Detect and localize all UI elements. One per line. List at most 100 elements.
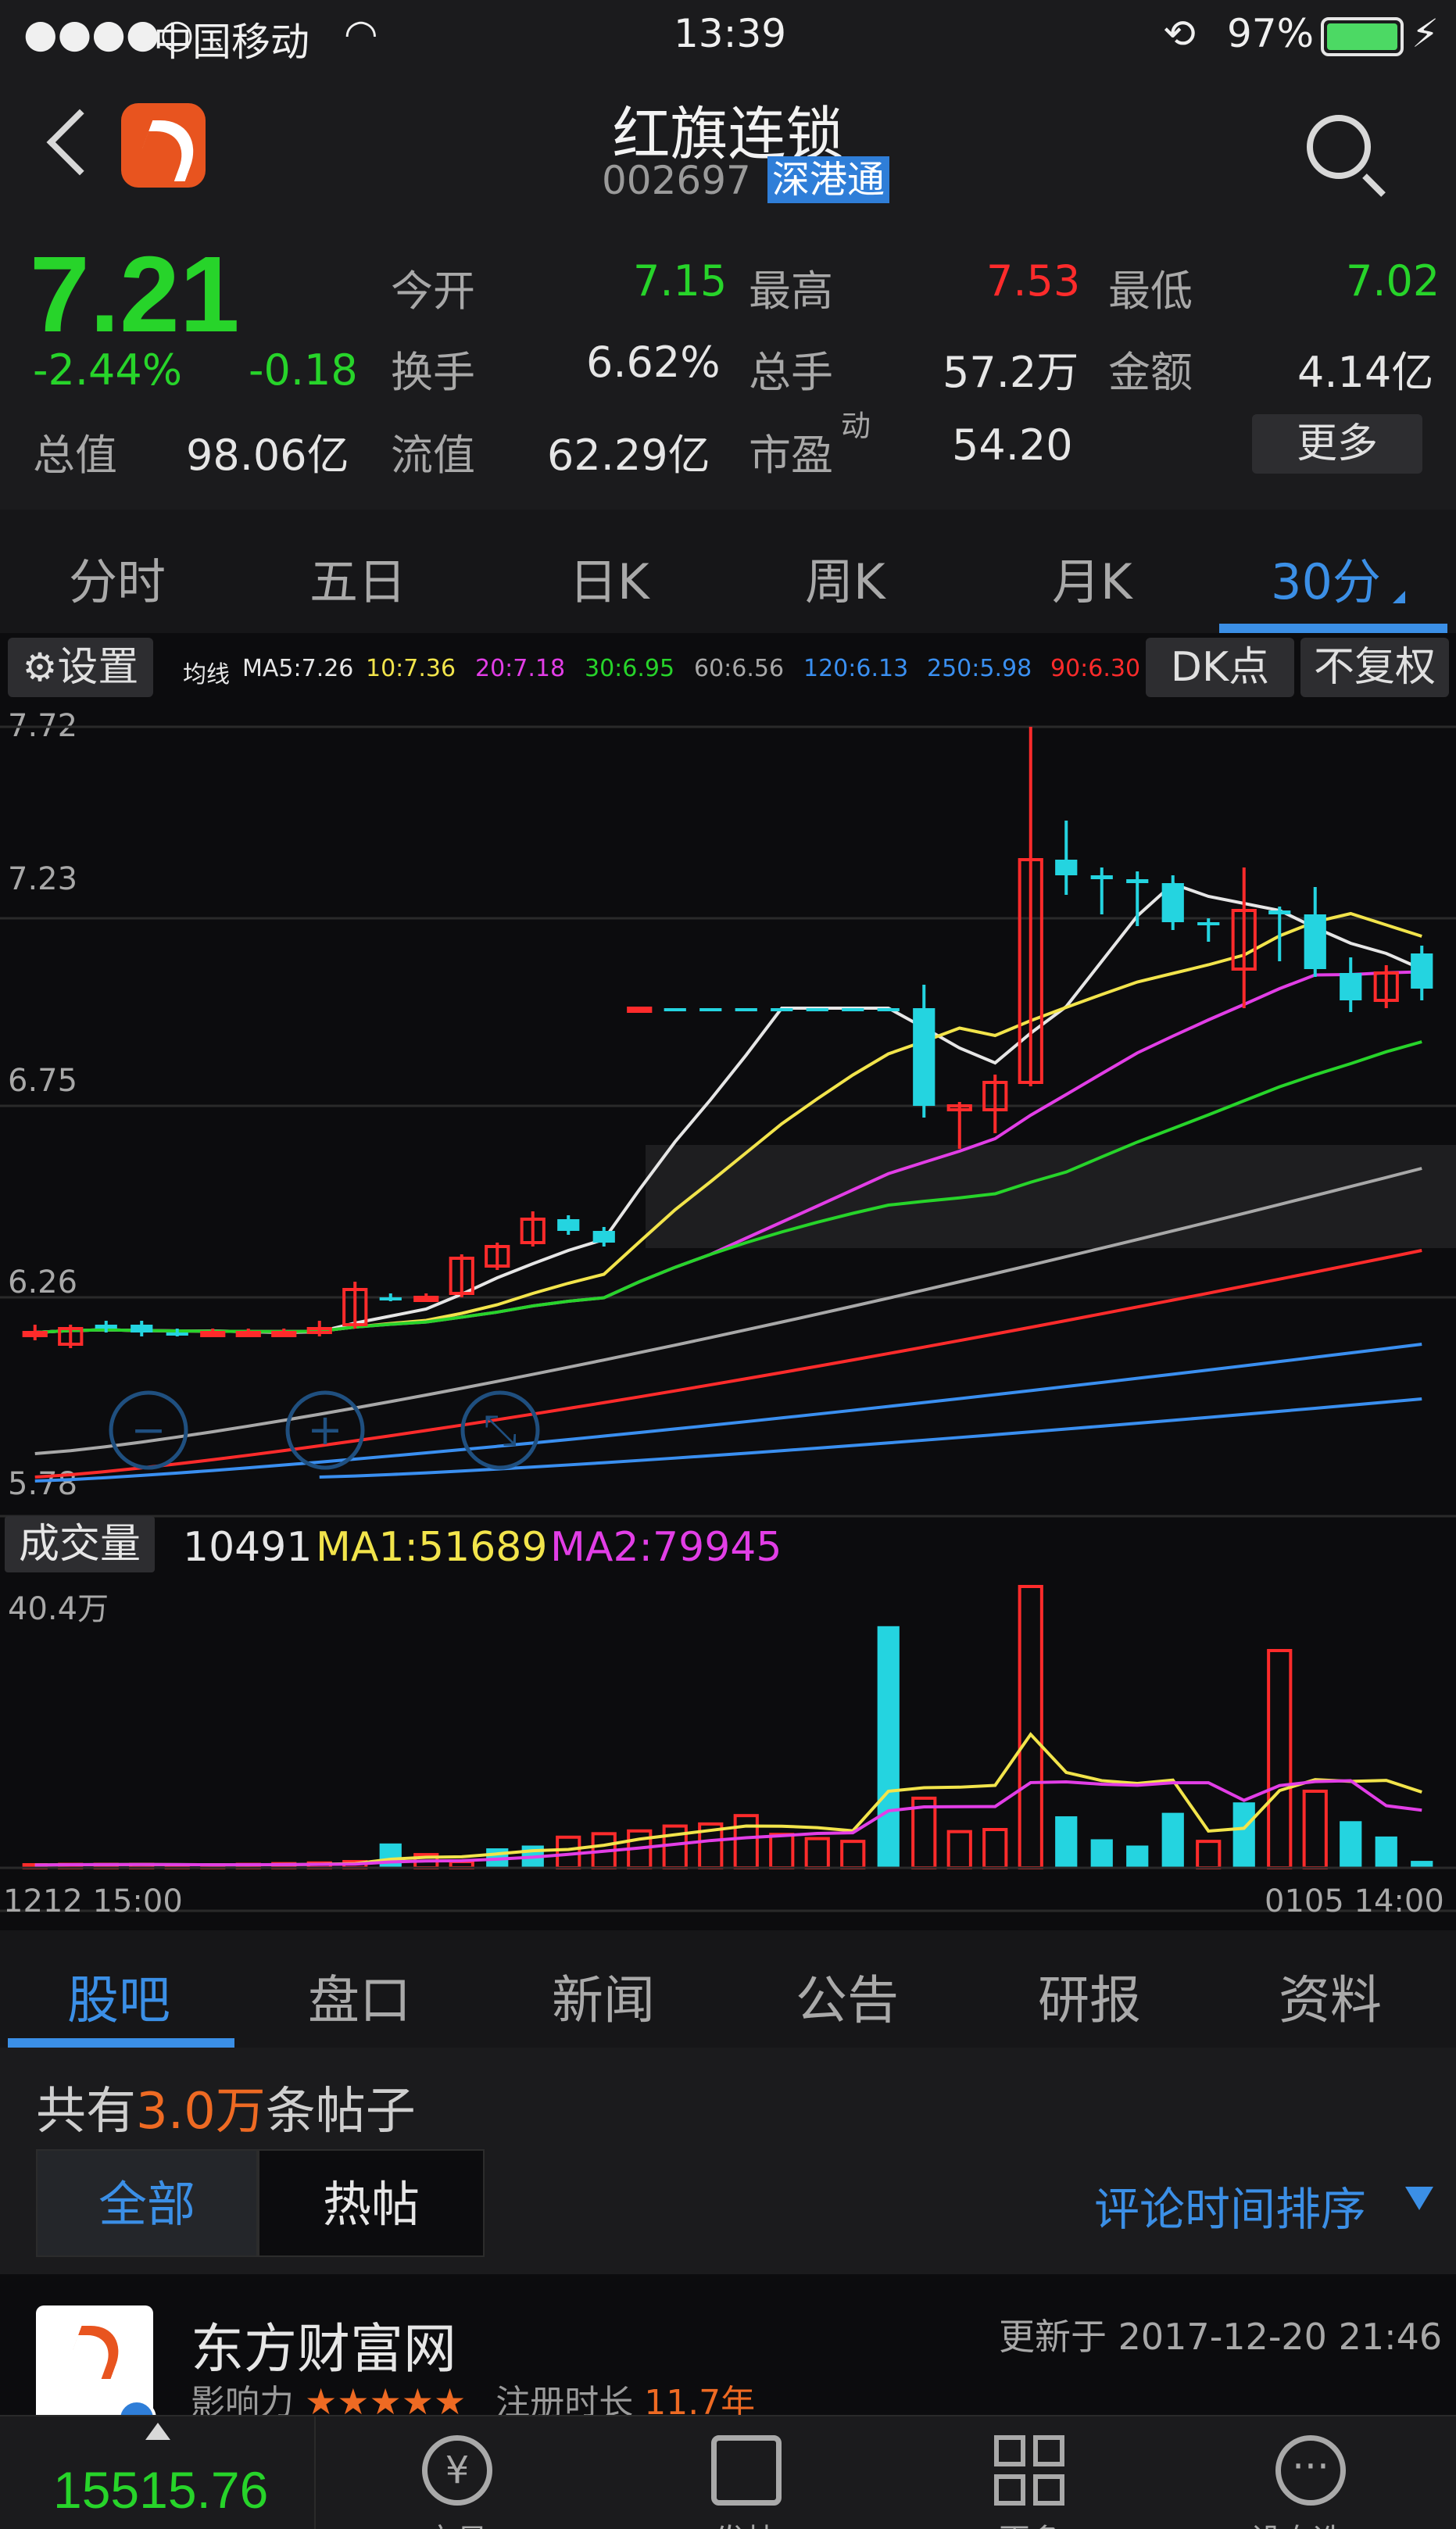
current-price: 7.21 [30, 234, 240, 355]
candle-body [95, 1325, 117, 1329]
tab-announcements[interactable]: 公告 [796, 1958, 899, 2034]
ma-value: 10:7.36 [366, 655, 456, 682]
wifi-icon: ◠ [344, 11, 378, 56]
search-icon[interactable] [1307, 115, 1371, 179]
date-start: 1212 15:00 [3, 1883, 183, 1919]
volume-bar [804, 1837, 830, 1869]
candle-body [1340, 973, 1362, 1000]
tab-profile[interactable]: 资料 [1279, 1958, 1382, 2034]
tab-weekly-k[interactable]: 周K [805, 542, 885, 613]
compose-icon[interactable] [711, 2435, 782, 2506]
volume-bar [982, 1827, 1008, 1870]
volume-bar [733, 1814, 759, 1870]
more-dots-icon[interactable]: ··· [1275, 2435, 1346, 2506]
tab-order-book[interactable]: 盘口 [308, 1958, 411, 2034]
post-author[interactable]: 东方财富网 [191, 2305, 456, 2383]
mktcap-value: 98.06亿 [186, 431, 349, 480]
zoom-out-icon[interactable]: − [109, 1390, 188, 1470]
dk-button[interactable]: DK点 [1146, 638, 1294, 697]
filter-hot[interactable]: 热帖 [258, 2149, 485, 2257]
tab-underline [1219, 624, 1447, 633]
nav-watchlist[interactable]: 设自选 [1250, 2515, 1344, 2529]
candle-body [131, 1325, 153, 1332]
candle-body [699, 1008, 722, 1011]
sort-dropdown[interactable]: 评论时间排序 [1094, 2173, 1366, 2238]
nav-trade[interactable]: 交易 [425, 2515, 488, 2529]
candle-body [379, 1297, 402, 1300]
quote-panel: 7.21 -2.44% -0.18 总值 98.06亿 今开 7.15 换手 6… [0, 228, 1456, 510]
volume-bar [1232, 1802, 1255, 1868]
volume-bar [379, 1843, 402, 1868]
rotation-lock-icon: ⟲ [1163, 11, 1196, 56]
zoom-glyph: ⤡ [483, 1405, 517, 1454]
tab-five-day[interactable]: 五日 [309, 542, 406, 613]
volume-indicator-button[interactable]: 成交量 [5, 1516, 155, 1572]
forum-area: 共有3.0万条帖子 全部 热帖 评论时间排序 [0, 2048, 1456, 2274]
clock: 13:39 [674, 11, 787, 56]
candle-body [1161, 883, 1184, 922]
post-item[interactable]: 东方财富网 更新于 2017-12-20 21:46 影响力 ★★★★★ 注册时… [0, 2274, 1456, 2438]
more-button[interactable]: 更多 [1252, 414, 1422, 474]
low-label: 最低 [1108, 266, 1193, 316]
tab-monthly-k[interactable]: 月K [1052, 542, 1132, 613]
filter-all[interactable]: 全部 [36, 2149, 258, 2257]
volume-label: 总手 [749, 348, 833, 397]
zoom-in-icon[interactable]: + [285, 1390, 365, 1470]
battery-percent: 97% [1227, 11, 1315, 56]
high-value: 7.53 [986, 256, 1081, 306]
fullscreen-icon[interactable]: ⤡ [460, 1390, 540, 1470]
connect-badge: 深港通 [767, 156, 890, 203]
candle-body [1304, 914, 1326, 969]
bottom-bar: 15515.76 ¥ 交易 发帖 更多 ··· 设自选 [0, 2415, 1456, 2529]
tab-forum[interactable]: 股吧 [67, 1958, 170, 2034]
grid-icon[interactable] [994, 2435, 1064, 2506]
ma-line [34, 911, 1422, 1334]
post-count: 共有3.0万条帖子 [36, 2083, 416, 2141]
candle-body [877, 1008, 900, 1011]
float-value: 62.29亿 [547, 431, 710, 480]
candle-body [735, 1008, 757, 1011]
tab-dropdown-icon[interactable] [1393, 591, 1405, 603]
nav-post[interactable]: 发帖 [714, 2515, 777, 2529]
stock-code: 002697 [602, 158, 751, 203]
candle-body [1055, 860, 1078, 875]
tab-daily-k[interactable]: 日K [569, 542, 649, 613]
tab-intraday[interactable]: 分时 [69, 542, 166, 613]
candle-body [771, 1008, 793, 1011]
volume-bar [1126, 1845, 1149, 1868]
post-updated: 更新于 2017-12-20 21:46 [999, 2316, 1443, 2358]
ma-value: 120:6.13 [803, 655, 909, 682]
settings-button[interactable]: ⚙设置 [8, 638, 153, 697]
low-value: 7.02 [1346, 256, 1440, 306]
turnover-value: 6.62% [586, 338, 721, 387]
ma-value: 250:5.98 [927, 655, 1032, 682]
volume-ma-line [34, 1732, 1422, 1867]
index-value[interactable]: 15515.76 [53, 2460, 268, 2520]
nav-more[interactable]: 更多 [999, 2515, 1061, 2529]
trade-icon[interactable]: ¥ [422, 2435, 492, 2506]
ma-value: 90:6.30 [1050, 655, 1141, 682]
tab-news[interactable]: 新闻 [552, 1958, 655, 2034]
ma-value: MA5:7.26 [242, 655, 354, 682]
candle-body [166, 1332, 188, 1336]
tab-30min[interactable]: 30分 [1271, 542, 1381, 613]
candle-body [842, 1008, 864, 1011]
sort-arrow-icon[interactable] [1405, 2187, 1433, 2210]
change-amount: -0.18 [249, 345, 358, 395]
settings-label: 设置 [57, 644, 139, 691]
zoom-glyph: − [131, 1405, 166, 1454]
expand-up-icon[interactable] [145, 2423, 170, 2440]
float-label: 流值 [391, 431, 475, 480]
change-percent: -2.44% [33, 345, 183, 395]
kline-chart[interactable]: − + ⤡ [0, 703, 1456, 1923]
high-label: 最高 [749, 266, 833, 316]
candle-body [1268, 910, 1291, 914]
volume-bar [1375, 1836, 1397, 1868]
status-bar: ●●●●○ 中国移动 ◠ 13:39 ⟲ 97% ⚡ [0, 0, 1456, 72]
adjust-button[interactable]: 不复权 [1300, 638, 1449, 697]
charging-icon: ⚡ [1411, 11, 1440, 56]
date-end: 0105 14:00 [1265, 1883, 1444, 1919]
volume-bar [946, 1830, 972, 1869]
candle-body [664, 1008, 686, 1011]
tab-research[interactable]: 研报 [1038, 1958, 1141, 2034]
